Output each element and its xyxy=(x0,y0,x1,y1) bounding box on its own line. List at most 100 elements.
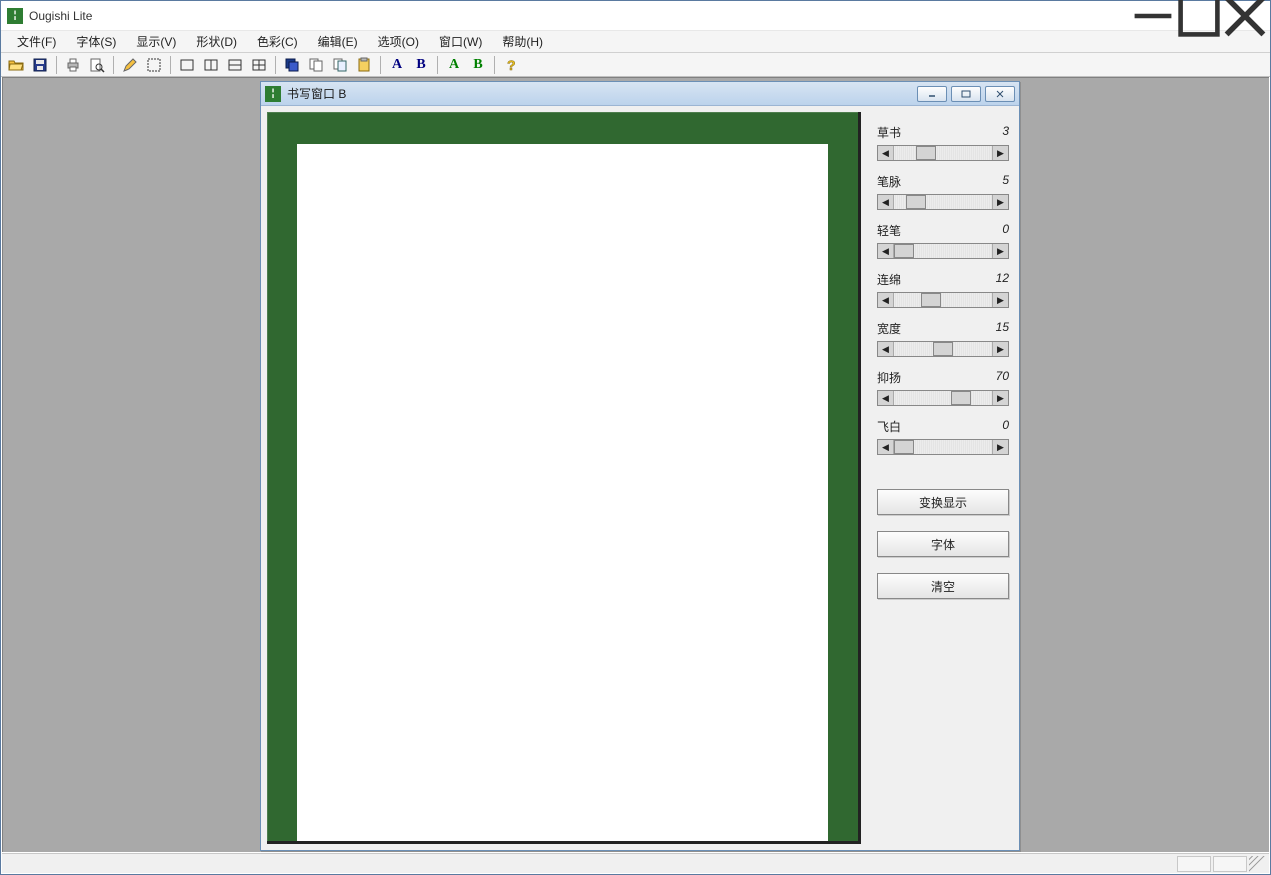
menu-edit[interactable]: 编辑(E) xyxy=(308,31,368,52)
rect-1-icon[interactable] xyxy=(176,55,198,75)
slider-left-arrow-icon[interactable]: ◀ xyxy=(878,146,894,160)
slider-left-arrow-icon[interactable]: ◀ xyxy=(878,440,894,454)
resize-grip-icon[interactable] xyxy=(1249,856,1265,872)
status-cell-1 xyxy=(1177,856,1211,872)
pencil-icon[interactable] xyxy=(119,55,141,75)
menu-file[interactable]: 文件(F) xyxy=(7,31,66,52)
param-row-3: 连绵12◀▶ xyxy=(877,271,1009,308)
letter-b-navy-icon[interactable]: B xyxy=(410,55,432,75)
slider-track[interactable] xyxy=(894,440,992,454)
param-row-2: 轻笔0◀▶ xyxy=(877,222,1009,259)
child-app-icon: ¦ xyxy=(265,86,281,102)
maximize-button[interactable] xyxy=(1176,1,1222,31)
param-slider[interactable]: ◀▶ xyxy=(877,243,1009,259)
help-icon[interactable]: ? xyxy=(500,55,522,75)
menu-help[interactable]: 帮助(H) xyxy=(492,31,553,52)
menu-display[interactable]: 显示(V) xyxy=(126,31,186,52)
child-titlebar[interactable]: ¦ 书写窗口 B xyxy=(261,82,1019,106)
param-value: 5 xyxy=(1002,173,1009,190)
print-icon[interactable] xyxy=(62,55,84,75)
paste-icon[interactable] xyxy=(353,55,375,75)
open-icon[interactable] xyxy=(5,55,27,75)
letter-a-green-icon[interactable]: A xyxy=(443,55,465,75)
param-value: 3 xyxy=(1002,124,1009,141)
transform-display-button[interactable]: 变换显示 xyxy=(877,489,1009,515)
svg-text:?: ? xyxy=(507,57,516,73)
param-slider[interactable]: ◀▶ xyxy=(877,341,1009,357)
menu-color[interactable]: 色彩(C) xyxy=(247,31,308,52)
select-rect-icon[interactable] xyxy=(143,55,165,75)
slider-track[interactable] xyxy=(894,244,992,258)
param-slider[interactable]: ◀▶ xyxy=(877,390,1009,406)
slider-left-arrow-icon[interactable]: ◀ xyxy=(878,195,894,209)
toolbar: A B A B ? xyxy=(1,53,1270,77)
status-cell-2 xyxy=(1213,856,1247,872)
slider-track[interactable] xyxy=(894,195,992,209)
copy-2-icon[interactable] xyxy=(329,55,351,75)
letter-b-green-icon[interactable]: B xyxy=(467,55,489,75)
slider-track[interactable] xyxy=(894,391,992,405)
slider-track[interactable] xyxy=(894,146,992,160)
slider-track[interactable] xyxy=(894,293,992,307)
close-button[interactable] xyxy=(1222,1,1268,31)
slider-thumb[interactable] xyxy=(951,391,971,405)
child-close-button[interactable] xyxy=(985,86,1015,102)
param-label: 笔脉 xyxy=(877,173,901,190)
param-row-1: 笔脉5◀▶ xyxy=(877,173,1009,210)
param-value: 70 xyxy=(996,369,1009,386)
rect-2-icon[interactable] xyxy=(200,55,222,75)
slider-left-arrow-icon[interactable]: ◀ xyxy=(878,244,894,258)
copy-icon[interactable] xyxy=(305,55,327,75)
slider-thumb[interactable] xyxy=(921,293,941,307)
param-slider[interactable]: ◀▶ xyxy=(877,145,1009,161)
slider-right-arrow-icon[interactable]: ▶ xyxy=(992,195,1008,209)
slider-thumb[interactable] xyxy=(906,195,926,209)
slider-right-arrow-icon[interactable]: ▶ xyxy=(992,146,1008,160)
clear-button[interactable]: 清空 xyxy=(877,573,1009,599)
app-title: Ougishi Lite xyxy=(29,9,92,23)
menu-options[interactable]: 选项(O) xyxy=(368,31,429,52)
slider-track[interactable] xyxy=(894,342,992,356)
slider-right-arrow-icon[interactable]: ▶ xyxy=(992,391,1008,405)
font-button[interactable]: 字体 xyxy=(877,531,1009,557)
param-row-6: 飞白0◀▶ xyxy=(877,418,1009,455)
slider-thumb[interactable] xyxy=(916,146,936,160)
menu-font[interactable]: 字体(S) xyxy=(66,31,126,52)
slider-right-arrow-icon[interactable]: ▶ xyxy=(992,342,1008,356)
param-value: 15 xyxy=(996,320,1009,337)
canvas-area[interactable] xyxy=(267,112,861,844)
side-panel: 草书3◀▶笔脉5◀▶轻笔0◀▶连绵12◀▶宽度15◀▶抑扬70◀▶飞白0◀▶ 变… xyxy=(867,106,1019,850)
print-preview-icon[interactable] xyxy=(86,55,108,75)
param-slider[interactable]: ◀▶ xyxy=(877,194,1009,210)
child-minimize-button[interactable] xyxy=(917,86,947,102)
drawing-paper[interactable] xyxy=(297,144,828,841)
param-row-4: 宽度15◀▶ xyxy=(877,320,1009,357)
slider-thumb[interactable] xyxy=(894,244,914,258)
slider-right-arrow-icon[interactable]: ▶ xyxy=(992,293,1008,307)
slider-left-arrow-icon[interactable]: ◀ xyxy=(878,342,894,356)
param-value: 0 xyxy=(1002,222,1009,239)
letter-a-navy-icon[interactable]: A xyxy=(386,55,408,75)
save-icon[interactable] xyxy=(29,55,51,75)
slider-thumb[interactable] xyxy=(894,440,914,454)
slider-thumb[interactable] xyxy=(933,342,953,356)
slider-left-arrow-icon[interactable]: ◀ xyxy=(878,293,894,307)
rect-3-icon[interactable] xyxy=(224,55,246,75)
mdi-area: ¦ 书写窗口 B 草书3◀▶笔脉5◀▶轻笔0◀▶连绵12◀▶宽度15◀▶抑扬70… xyxy=(2,77,1269,852)
layers-icon[interactable] xyxy=(281,55,303,75)
param-slider[interactable]: ◀▶ xyxy=(877,439,1009,455)
param-label: 轻笔 xyxy=(877,222,901,239)
menu-shape[interactable]: 形状(D) xyxy=(186,31,247,52)
rect-4-icon[interactable] xyxy=(248,55,270,75)
minimize-button[interactable] xyxy=(1130,1,1176,31)
param-slider[interactable]: ◀▶ xyxy=(877,292,1009,308)
menubar: 文件(F) 字体(S) 显示(V) 形状(D) 色彩(C) 编辑(E) 选项(O… xyxy=(1,31,1270,53)
slider-right-arrow-icon[interactable]: ▶ xyxy=(992,244,1008,258)
menu-window[interactable]: 窗口(W) xyxy=(429,31,492,52)
param-label: 连绵 xyxy=(877,271,901,288)
param-label: 飞白 xyxy=(877,418,901,435)
slider-right-arrow-icon[interactable]: ▶ xyxy=(992,440,1008,454)
param-value: 0 xyxy=(1002,418,1009,435)
child-maximize-button[interactable] xyxy=(951,86,981,102)
slider-left-arrow-icon[interactable]: ◀ xyxy=(878,391,894,405)
